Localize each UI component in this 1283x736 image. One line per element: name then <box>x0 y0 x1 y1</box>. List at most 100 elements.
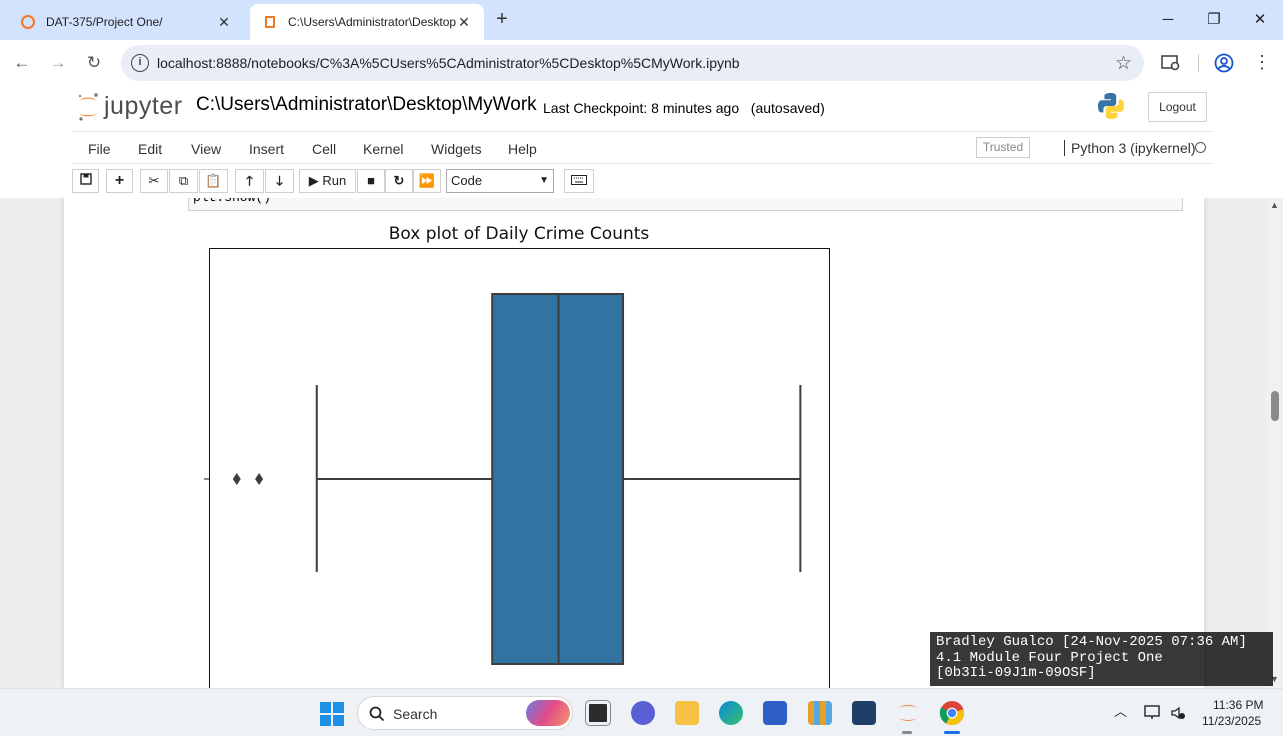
control-panel-icon[interactable] <box>808 701 832 725</box>
tab-title: DAT-375/Project One/ <box>46 15 163 29</box>
jupyter-favicon-icon <box>21 15 35 29</box>
jupyter-taskbar-icon[interactable] <box>896 700 920 726</box>
chevron-down-icon: ▼ <box>539 175 549 186</box>
run-button[interactable]: ▶ Run <box>299 169 356 193</box>
cell-type-value: Code <box>451 173 483 188</box>
scissors-icon: ✂ <box>148 173 160 188</box>
logout-button[interactable]: Logout <box>1148 92 1207 122</box>
command-palette-button[interactable] <box>564 169 594 193</box>
outlier-point <box>255 473 264 485</box>
watermark-line: 4.1 Module Four Project One <box>936 649 1163 666</box>
search-icon <box>369 706 385 722</box>
notebook-title[interactable]: C:\Users\Administrator\Desktop\MyWork <box>196 94 537 116</box>
cut-button[interactable]: ✂ <box>140 169 168 193</box>
jupyter-logo-text[interactable]: jupyter <box>104 92 183 121</box>
box-plot-output: Box plot of Daily Crime Counts <box>204 224 830 688</box>
restart-button[interactable]: ↻ <box>385 169 413 193</box>
copy-button[interactable]: ⧉ <box>169 169 198 193</box>
outlier-point <box>232 473 241 485</box>
chrome-browser-icon[interactable] <box>939 700 965 726</box>
teams-chat-icon[interactable] <box>631 701 655 725</box>
watermark-line: [0b3Ii-09J1m-09OSF] <box>936 665 1096 681</box>
move-down-button[interactable]: 🡓 <box>265 169 294 193</box>
close-window-icon[interactable]: ✕ <box>1243 6 1277 34</box>
clock-time[interactable]: 11:36 PM <box>1213 698 1263 712</box>
running-indicator <box>902 731 912 734</box>
close-tab-icon[interactable]: ✕ <box>454 12 474 32</box>
cell-type-select[interactable]: Code ▼ <box>446 169 554 193</box>
browser-tab-project-one[interactable]: DAT-375/Project One/ ✕ <box>8 4 244 40</box>
menu-view[interactable]: View <box>191 141 221 157</box>
keyboard-icon <box>571 175 587 185</box>
restore-window-icon[interactable]: ❐ <box>1197 6 1231 34</box>
powershell-icon[interactable] <box>763 701 787 725</box>
plus-icon: + <box>114 172 125 189</box>
copy-icon: ⧉ <box>178 173 189 188</box>
fast-forward-icon: ⏩ <box>418 173 436 188</box>
kernel-name[interactable]: Python 3 (ipykernel) <box>1064 140 1196 156</box>
volume-muted-icon[interactable] <box>1170 705 1186 721</box>
windows-start-icon[interactable] <box>320 702 344 726</box>
save-button[interactable] <box>72 169 99 193</box>
file-explorer-icon[interactable] <box>675 701 699 725</box>
notebook-area: plt.show() Box plot of Daily Crime Count… <box>0 198 1283 688</box>
task-view-icon[interactable] <box>585 700 611 726</box>
checkpoint-status: Last Checkpoint: 8 minutes ago (autosave… <box>543 100 825 116</box>
menu-widgets[interactable]: Widgets <box>431 141 482 157</box>
watermark-line: Bradley Gualco [24-Nov-2025 07:36 AM] <box>936 634 1247 650</box>
search-highlight-icon <box>526 700 570 726</box>
menu-kernel[interactable]: Kernel <box>363 141 403 157</box>
menu-help[interactable]: Help <box>508 141 537 157</box>
close-tab-icon[interactable]: ✕ <box>214 12 234 32</box>
tray-chevron-up-icon[interactable]: ︿ <box>1114 701 1127 720</box>
scroll-up-icon[interactable]: ▲ <box>1270 200 1279 210</box>
edge-browser-icon[interactable] <box>719 701 743 725</box>
back-arrow-icon[interactable]: ← <box>8 50 36 76</box>
menu-insert[interactable]: Insert <box>249 141 284 157</box>
forward-arrow-icon[interactable]: → <box>44 50 72 76</box>
notebook-menubar: File Edit View Insert Cell Kernel Widget… <box>72 131 1212 164</box>
browser-menu-icon[interactable]: ⋮ <box>1253 52 1271 73</box>
remote-desktop-icon[interactable] <box>852 701 876 725</box>
move-up-button[interactable]: 🡑 <box>235 169 264 193</box>
profile-icon[interactable] <box>1214 53 1234 73</box>
kernel-idle-icon <box>1195 142 1206 153</box>
reload-icon[interactable]: ↻ <box>80 50 108 76</box>
scrollbar-thumb[interactable] <box>1271 391 1279 421</box>
minimize-window-icon[interactable]: ─ <box>1151 6 1185 34</box>
arrow-down-icon: 🡓 <box>276 173 283 188</box>
network-icon[interactable] <box>1143 703 1165 723</box>
play-icon: ▶ <box>308 173 319 188</box>
url-text[interactable]: localhost:8888/notebooks/C%3A%5CUsers%5C… <box>157 55 740 71</box>
tab-title: C:\Users\Administrator\Desktop <box>288 15 456 29</box>
new-tab-button[interactable]: + <box>490 8 514 32</box>
site-info-icon[interactable]: i <box>131 54 149 72</box>
interrupt-button[interactable]: ■ <box>357 169 385 193</box>
browser-tab-strip: DAT-375/Project One/ ✕ C:\Users\Administ… <box>0 0 1283 40</box>
insert-cell-button[interactable]: + <box>106 169 133 193</box>
search-label: Search <box>393 706 438 722</box>
paste-icon: 📋 <box>205 173 222 188</box>
stop-icon: ■ <box>367 173 375 188</box>
save-icon <box>79 173 92 185</box>
toolbar-divider <box>1198 54 1199 72</box>
menu-cell[interactable]: Cell <box>312 141 336 157</box>
windows-taskbar: Search ︿ 11:36 PM 11/23/2025 <box>0 688 1283 736</box>
page-scrollbar[interactable]: ▲ ▼ <box>1267 198 1283 688</box>
browser-tab-mywork[interactable]: C:\Users\Administrator\Desktop ✕ <box>250 4 484 40</box>
run-label: Run <box>322 173 347 188</box>
trusted-indicator[interactable]: Trusted <box>976 137 1030 158</box>
bookmark-star-icon[interactable]: ☆ <box>1115 52 1132 75</box>
notebook-favicon-icon <box>265 16 275 28</box>
chart-title: Box plot of Daily Crime Counts <box>389 224 650 244</box>
address-bar[interactable]: i localhost:8888/notebooks/C%3A%5CUsers%… <box>121 45 1144 81</box>
taskbar-search[interactable]: Search <box>357 696 573 730</box>
clock-date[interactable]: 11/23/2025 <box>1202 714 1261 728</box>
jupyter-logo-icon[interactable] <box>76 92 100 122</box>
restart-run-all-button[interactable]: ⏩ <box>413 169 441 193</box>
paste-button[interactable]: 📋 <box>199 169 228 193</box>
menu-file[interactable]: File <box>88 141 111 157</box>
menu-edit[interactable]: Edit <box>138 141 162 157</box>
install-app-icon[interactable] <box>1160 53 1182 73</box>
active-indicator <box>944 731 960 734</box>
